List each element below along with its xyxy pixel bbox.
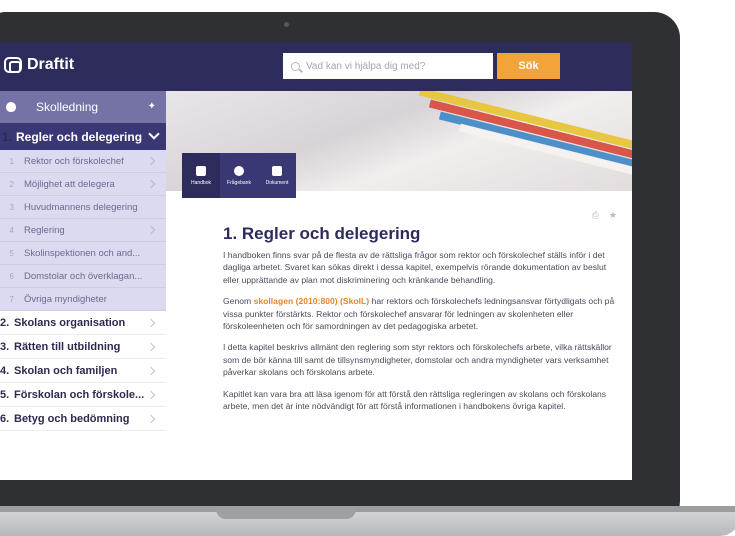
chevron-right-icon xyxy=(146,318,156,328)
sidebar-sublist: 1 Rektor och förskolechef 2 Möjlighet att … xyxy=(0,150,166,311)
chevron-right-icon xyxy=(146,414,156,424)
tab-handbok[interactable]: Handbok xyxy=(182,153,220,198)
tab-fragebank[interactable]: Frågebank xyxy=(220,153,258,198)
search-input[interactable] xyxy=(306,60,476,72)
subitem-number: 3 xyxy=(9,202,14,212)
sidebar-chapter[interactable]: 4. Skolan och familjen xyxy=(0,359,166,383)
chapter-number: 6. xyxy=(0,412,10,425)
chevron-right-icon xyxy=(146,342,156,352)
subitem-label: Domstolar och överklagan... xyxy=(24,270,143,282)
sidebar-chapter[interactable]: 2. Skolans organisation xyxy=(0,311,166,335)
app-name: Draftit xyxy=(27,56,75,73)
chapter-label: Betyg och bedömning xyxy=(14,412,130,425)
article-paragraph: I detta kapitel beskrivs allmänt den reg… xyxy=(223,342,612,378)
chevron-down-icon xyxy=(148,128,160,140)
chapter-number: 3. xyxy=(0,340,10,353)
chapter-label: Regler och delegering xyxy=(16,129,143,144)
subitem-label: Reglering xyxy=(24,224,65,236)
chapter-number: 2. xyxy=(0,316,10,329)
skollagen-link[interactable]: skollagen (2010:800) (SkolL) xyxy=(254,296,370,306)
sidebar-subitem[interactable]: 6 Domstolar och överklagan... xyxy=(0,265,166,288)
page-title: 1. Regler och delegering xyxy=(223,224,421,243)
question-icon xyxy=(234,165,244,176)
chapter-number: 1. xyxy=(2,129,13,144)
paragraph-text: Genom xyxy=(223,296,254,307)
chevron-right-icon xyxy=(146,179,156,189)
sidebar-subitem[interactable]: 3 Huvudmannens delegering xyxy=(0,196,166,219)
chapter-label: Skolan och familjen xyxy=(14,364,118,377)
pin-icon[interactable]: ✦ xyxy=(148,101,156,112)
top-bar: Draftit Sök xyxy=(0,42,632,91)
subitem-number: 2 xyxy=(9,179,14,189)
subitem-number: 4 xyxy=(9,225,14,235)
subitem-number: 6 xyxy=(9,271,14,281)
subitem-number: 7 xyxy=(9,294,14,304)
subitem-number: 5 xyxy=(9,248,14,258)
search-button[interactable]: Sök xyxy=(497,53,560,79)
sidebar: Skolledning ✦ 1. Regler och delegering 1… xyxy=(0,91,166,480)
tab-dokument[interactable]: Dokument xyxy=(258,153,296,198)
chapter-label: Rätten till utbildning xyxy=(14,340,121,353)
chapter-label: Förskolan och förskole... xyxy=(14,388,145,401)
tab-label: Dokument xyxy=(265,179,289,186)
subitem-label: Övriga myndigheter xyxy=(24,293,107,305)
sidebar-subitem[interactable]: 1 Rektor och förskolechef xyxy=(0,150,166,173)
chevron-right-icon xyxy=(146,225,156,235)
subitem-label: Möjlighet att delegera xyxy=(24,178,115,190)
tab-label: Handbok xyxy=(190,179,211,186)
subitem-number: 1 xyxy=(9,156,14,166)
draftit-logo-icon xyxy=(4,57,22,73)
folder-icon xyxy=(272,165,282,176)
sidebar-header[interactable]: Skolledning ✦ xyxy=(0,91,166,123)
camera-dot xyxy=(284,22,289,27)
app-logo[interactable]: Draftit xyxy=(4,56,74,74)
book-icon xyxy=(196,165,206,176)
sidebar-subitem[interactable]: 5 Skolinspektionen och and... xyxy=(0,242,166,265)
chapter-number: 5. xyxy=(0,388,10,401)
search-icon xyxy=(291,61,300,71)
sidebar-header-label: Skolledning xyxy=(36,100,99,114)
sidebar-chapter-active[interactable]: 1. Regler och delegering xyxy=(0,123,166,150)
main-content: Handbok Frågebank Dokument ⎙ ★ 1. Regler… xyxy=(166,91,632,480)
subitem-label: Huvudmannens delegering xyxy=(24,201,138,213)
print-icon[interactable]: ⎙ xyxy=(592,210,599,221)
screen: Draftit Sök Skolledning ✦ 1. Regler och … xyxy=(0,42,632,480)
sidebar-chapter[interactable]: 5. Förskolan och förskole... xyxy=(0,383,166,407)
sidebar-chapter[interactable]: 3. Rätten till utbildning xyxy=(0,335,166,359)
sidebar-subitem[interactable]: 4 Reglering xyxy=(0,219,166,242)
chapter-number: 4. xyxy=(0,364,10,377)
laptop-notch xyxy=(216,506,356,519)
chevron-right-icon xyxy=(146,156,156,166)
subitem-label: Rektor och förskolechef xyxy=(24,155,124,167)
apple-icon xyxy=(6,102,16,112)
subitem-label: Skolinspektionen och and... xyxy=(24,247,141,259)
article-paragraph: Kapitlet kan vara bra att läsa igenom fö… xyxy=(223,388,607,412)
search-box xyxy=(283,53,493,79)
article-paragraph: I handboken finns svar på de flesta av d… xyxy=(223,250,607,285)
sidebar-subitem[interactable]: 2 Möjlighet att delegera xyxy=(0,173,166,196)
chapter-label: Skolans organisation xyxy=(14,316,126,329)
tab-bar: Handbok Frågebank Dokument xyxy=(182,153,296,198)
sidebar-chapter[interactable]: 6. Betyg och bedömning xyxy=(0,407,166,431)
chevron-right-icon xyxy=(146,390,156,400)
sidebar-subitem[interactable]: 7 Övriga myndigheter xyxy=(0,288,166,311)
tab-label: Frågebank xyxy=(227,179,251,186)
article-tools: ⎙ ★ xyxy=(592,210,617,221)
star-icon[interactable]: ★ xyxy=(609,210,617,221)
article-paragraph: Genom skollagen (2010:800) (SkolL) har r… xyxy=(223,295,623,332)
chevron-right-icon xyxy=(146,366,156,376)
article: ⎙ ★ 1. Regler och delegering I handboken… xyxy=(223,198,623,421)
laptop-base-edge xyxy=(0,506,735,512)
